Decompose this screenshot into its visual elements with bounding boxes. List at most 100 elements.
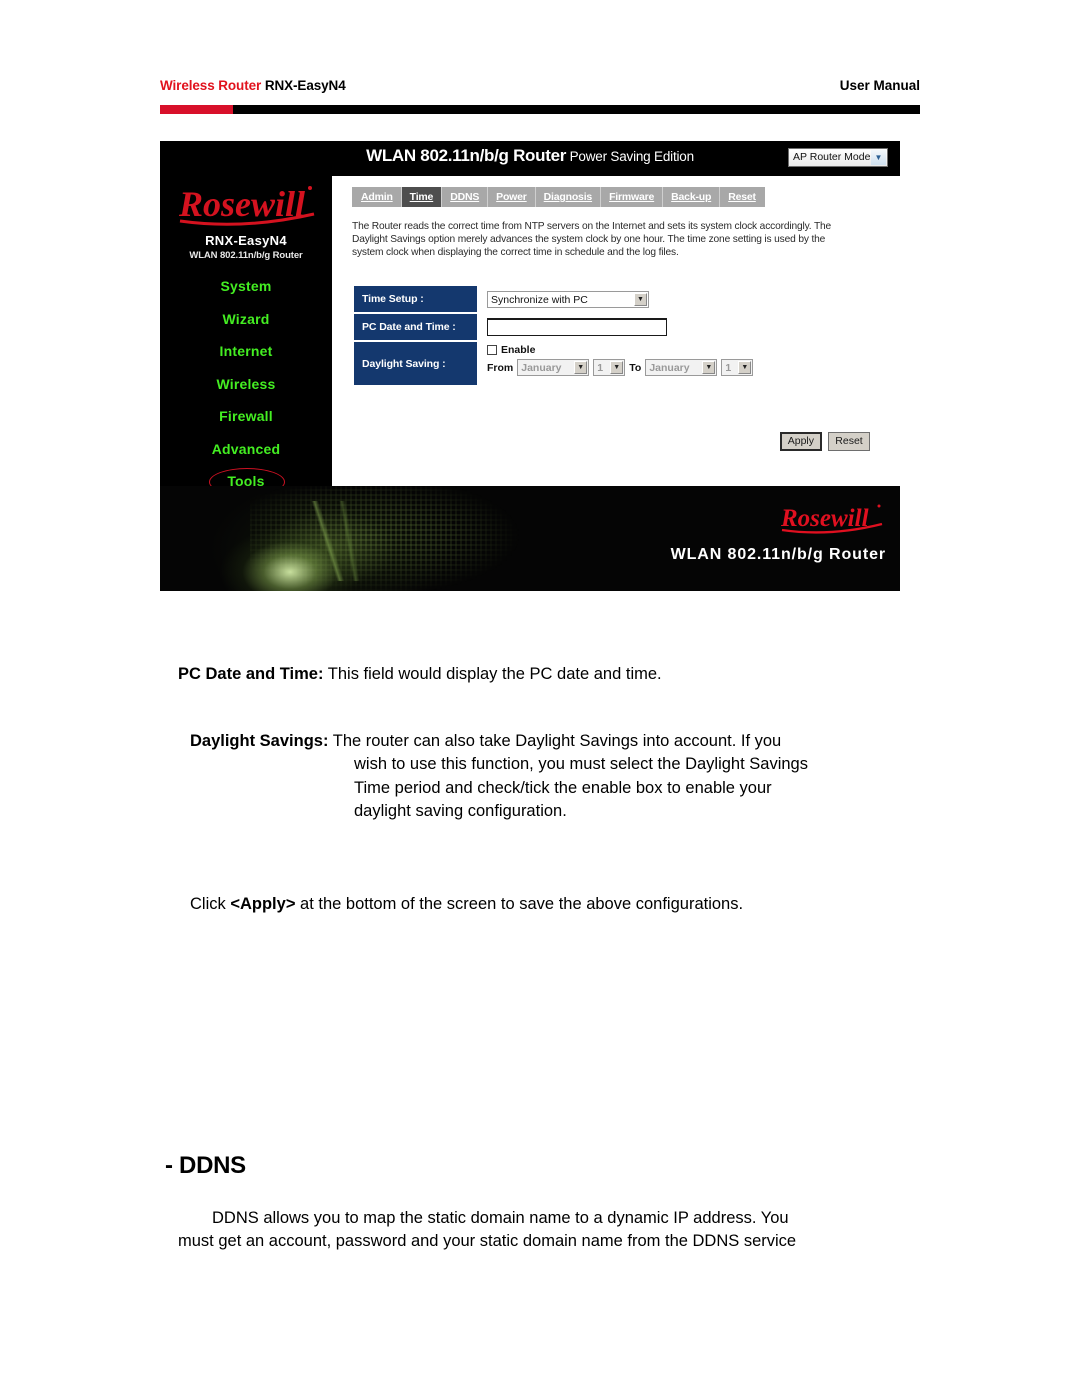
time-setup-select[interactable]: Synchronize with PC ▼ (487, 290, 649, 308)
daylight-savings-line-1: Daylight Savings: The router can also ta… (190, 730, 922, 753)
term-daylight-savings: Daylight Savings: (190, 732, 329, 750)
paragraph-ddns-intro: DDNS allows you to map the static domain… (178, 1207, 922, 1254)
chevron-down-icon: ▼ (702, 361, 716, 374)
form-row-daylight-saving: Daylight Saving : Enable From January ▼ (354, 342, 874, 385)
sidebar-item-firewall[interactable]: Firewall (160, 400, 332, 433)
router-title-sub: Power Saving Edition (566, 149, 695, 164)
sidebar-item-system[interactable]: System (160, 270, 332, 303)
chevron-down-icon: ▼ (871, 150, 886, 165)
from-month-value: January (521, 362, 562, 374)
page-header: Wireless Router RNX-EasyN4 User Manual (160, 78, 920, 114)
tab-power[interactable]: Power (488, 187, 536, 207)
header-product-model: RNX-EasyN4 (261, 78, 346, 93)
daylight-savings-line-4: daylight saving configuration. (354, 802, 567, 821)
tab-backup[interactable]: Back-up (663, 187, 721, 207)
daylight-savings-line-2: wish to use this function, you must sele… (354, 755, 808, 774)
sidebar-item-label: Wizard (222, 310, 270, 327)
router-model-subtitle: WLAN 802.11n/b/g Router (189, 250, 303, 261)
chevron-down-icon: ▼ (574, 361, 588, 374)
rosewill-logo: Rosewill (174, 178, 320, 230)
chevron-down-icon: ▼ (610, 361, 624, 374)
term-pc-date-and-time: PC Date and Time: (178, 665, 324, 683)
router-title-main: WLAN 802.11n/b/g Router (366, 146, 567, 165)
daylight-saving-enable-row: Enable (487, 344, 874, 356)
tab-time[interactable]: Time (401, 187, 443, 207)
daylight-savings-text-1: The router can also take Daylight Saving… (328, 732, 782, 750)
sidebar-item-label: Internet (219, 343, 273, 359)
sidebar-item-advanced[interactable]: Advanced (160, 433, 332, 466)
router-tabbar: Admin Time DDNS Power Diagnosis Firmware… (352, 187, 765, 207)
ddns-line-1: DDNS allows you to map the static domain… (212, 1209, 789, 1227)
daylight-saving-to-day-select[interactable]: 1 ▼ (721, 359, 754, 376)
time-setup-field: Synchronize with PC ▼ (477, 286, 874, 312)
header-product-label: Wireless Router RNX-EasyN4 (160, 78, 346, 93)
tab-reset[interactable]: Reset (720, 187, 764, 207)
router-admin-screenshot: WLAN 802.11n/b/g Router Power Saving Edi… (160, 141, 900, 591)
header-divider-rule (160, 105, 920, 114)
reset-button[interactable]: Reset (828, 432, 870, 451)
sidebar-item-label: Advanced (211, 440, 281, 457)
apply-button[interactable]: Apply (779, 432, 822, 451)
tab-diagnosis[interactable]: Diagnosis (536, 187, 602, 207)
tab-firmware[interactable]: Firmware (601, 187, 664, 207)
sidebar-item-label: Wireless (216, 375, 276, 392)
pc-date-time-input[interactable] (487, 318, 667, 336)
apply-keyword: <Apply> (230, 895, 296, 913)
header-product-red: Wireless Router (160, 78, 262, 93)
time-settings-form: Time Setup : Synchronize with PC ▼ PC Da… (354, 286, 874, 387)
apply-text-after: at the bottom of the screen to save the … (295, 895, 744, 913)
daylight-saving-range-row: From January ▼ 1 ▼ To January ▼ 1 ▼ (487, 359, 874, 376)
time-settings-description: The Router reads the correct time from N… (352, 221, 832, 258)
router-topbar: WLAN 802.11n/b/g Router Power Saving Edi… (160, 141, 900, 176)
router-sidebar: Rosewill RNX-EasyN4 WLAN 802.11n/b/g Rou… (160, 176, 332, 496)
chevron-down-icon: ▼ (738, 361, 752, 374)
daylight-saving-to-month-select[interactable]: January ▼ (645, 359, 718, 376)
time-setup-label: Time Setup : (354, 286, 477, 312)
daylight-savings-line-3: Time period and check/tick the enable bo… (354, 778, 772, 797)
rosewill-logo: Rosewill (778, 500, 886, 536)
header-divider-red-segment (160, 105, 233, 114)
router-sidebar-items: System Wizard Internet Wireless Firewall… (160, 270, 332, 498)
to-day-value: 1 (725, 362, 732, 374)
apply-text-before: Click (190, 895, 231, 913)
form-row-time-setup: Time Setup : Synchronize with PC ▼ (354, 286, 874, 312)
daylight-saving-to-label: To (629, 361, 642, 374)
daylight-saving-enable-checkbox[interactable] (487, 345, 497, 355)
header-document-type: User Manual (839, 78, 920, 93)
daylight-saving-enable-label: Enable (501, 344, 536, 356)
daylight-saving-from-day-select[interactable]: 1 ▼ (593, 359, 626, 376)
sidebar-item-label: Firewall (219, 408, 273, 424)
daylight-saving-label: Daylight Saving : (354, 342, 477, 385)
banner-product-text: WLAN 802.11n/b/g Router (670, 546, 886, 563)
paragraph-daylight-savings: Daylight Savings: The router can also ta… (190, 730, 922, 824)
tab-admin[interactable]: Admin (353, 187, 402, 207)
text-pc-date-and-time: This field would display the PC date and… (323, 665, 662, 683)
router-model-name: RNX-EasyN4 (205, 233, 287, 248)
section-heading-ddns: - DDNS (165, 1152, 246, 1179)
paragraph-pc-date-and-time: PC Date and Time: This field would displ… (178, 663, 922, 686)
daylight-saving-from-label: From (487, 361, 514, 374)
chevron-down-icon: ▼ (634, 292, 647, 306)
sidebar-item-internet[interactable]: Internet (160, 335, 332, 368)
tab-ddns[interactable]: DDNS (442, 187, 489, 207)
banner-streak-effect (270, 501, 390, 581)
from-day-value: 1 (597, 362, 604, 374)
svg-text:Rosewill: Rosewill (780, 505, 869, 532)
form-button-row: Apply Reset (779, 432, 870, 451)
sidebar-item-label: System (220, 278, 272, 294)
time-setup-value: Synchronize with PC (491, 293, 588, 306)
router-content-panel: Admin Time DDNS Power Diagnosis Firmware… (332, 176, 900, 486)
sidebar-item-wizard[interactable]: Wizard (160, 303, 332, 336)
pc-date-time-field (477, 314, 874, 340)
ap-router-mode-value: AP Router Mode (793, 151, 871, 163)
daylight-saving-from-month-select[interactable]: January ▼ (517, 359, 590, 376)
sidebar-item-wireless[interactable]: Wireless (160, 368, 332, 401)
router-product-banner: Rosewill WLAN 802.11n/b/g Router (160, 486, 900, 591)
paragraph-click-apply: Click <Apply> at the bottom of the scree… (190, 893, 922, 916)
form-row-pc-date-time: PC Date and Time : (354, 314, 874, 340)
pc-date-time-label: PC Date and Time : (354, 314, 477, 340)
ddns-line-2: must get an account, password and your s… (178, 1232, 797, 1251)
ap-router-mode-select[interactable]: AP Router Mode ▼ (788, 148, 888, 167)
to-month-value: January (649, 362, 690, 374)
daylight-saving-field: Enable From January ▼ 1 ▼ To January ▼ 1… (477, 342, 874, 385)
